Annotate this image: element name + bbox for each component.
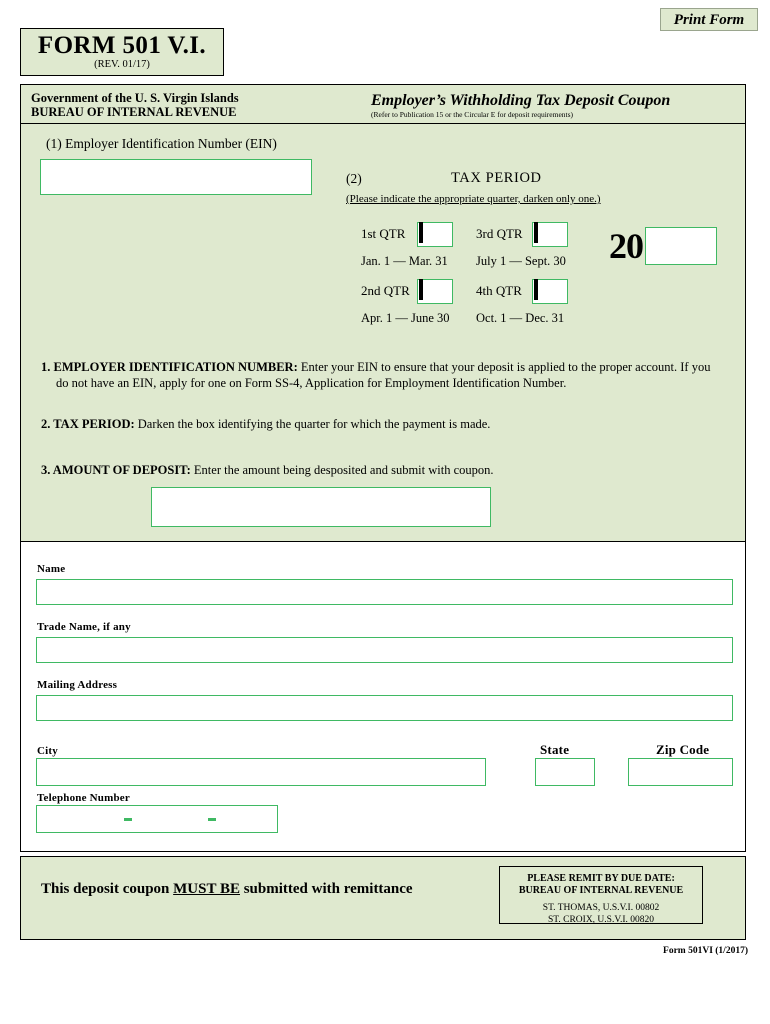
name-input[interactable] xyxy=(36,579,733,605)
remit-line-3: ST. THOMAS, U.S.V.I. 00802 xyxy=(542,903,660,913)
instruction-item-2: 2. TAX PERIOD: Darken the box identifyin… xyxy=(21,416,512,432)
mailing-address-input[interactable] xyxy=(36,695,733,721)
quarter-label-q4: 4th QTR xyxy=(476,283,522,298)
name-and-address-block: Name Trade Name, if any Mailing Address … xyxy=(20,541,746,852)
footer-block: This deposit coupon MUST BE submitted wi… xyxy=(20,856,746,940)
quarter-grid: 1st QTR Jan. 1 — Mar. 31 3rd QTR July 1 … xyxy=(361,219,591,333)
telephone-number-label: Telephone Number xyxy=(37,792,130,804)
tax-period-title: TAX PERIOD xyxy=(451,170,542,186)
quarter-checkbox-q1[interactable] xyxy=(417,221,453,247)
coupon-title: Employer’s Withholding Tax Deposit Coupo… xyxy=(371,92,671,109)
quarter-cell-q4: 4th QTR Oct. 1 — Dec. 31 xyxy=(476,276,591,333)
quarter-checkbox-q4[interactable] xyxy=(532,278,568,304)
quarter-checkbox-inner-q1 xyxy=(419,221,423,243)
zip-code-input[interactable] xyxy=(628,758,733,786)
coupon-subtitle: (Refer to Publication 15 or the Circular… xyxy=(371,110,574,119)
quarter-range-q1: Jan. 1 — Mar. 31 xyxy=(361,254,448,268)
trade-name-label: Trade Name, if any xyxy=(37,621,131,633)
remit-line-4: ST. CROIX, U.S.V.I. 00820 xyxy=(547,915,654,925)
instruction-3-text: Enter the amount being desposited and su… xyxy=(190,463,494,477)
year-prefix: 20 xyxy=(609,226,644,266)
remit-line-1: PLEASE REMIT BY DUE DATE: xyxy=(527,873,675,884)
deposit-coupon: Government of the U. S. Virgin Islands B… xyxy=(20,84,746,575)
remittance-message-post: submitted with remittance xyxy=(239,881,413,897)
bureau-line: BUREAU OF INTERNAL REVENUE xyxy=(31,104,237,119)
quarter-range-q4: Oct. 1 — Dec. 31 xyxy=(476,311,565,325)
government-heading: Government of the U. S. Virgin Islands B… xyxy=(31,91,361,119)
instruction-3-heading: 3. AMOUNT OF DEPOSIT: xyxy=(41,463,191,477)
instruction-2-text: Darken the box identifying the quarter f… xyxy=(134,417,491,431)
ein-input[interactable] xyxy=(40,159,312,195)
quarter-checkbox-q3[interactable] xyxy=(532,221,568,247)
government-line-1: Government of the U. S. Virgin Islands xyxy=(31,91,239,105)
quarter-label-q3: 3rd QTR xyxy=(476,226,523,241)
quarter-checkbox-inner-q4 xyxy=(534,278,538,300)
city-input[interactable] xyxy=(36,758,486,786)
quarter-range-q2: Apr. 1 — June 30 xyxy=(361,311,450,325)
trade-name-input[interactable] xyxy=(36,637,733,663)
remit-address-box: PLEASE REMIT BY DUE DATE: BUREAU OF INTE… xyxy=(499,866,703,925)
instruction-item-1: 1. EMPLOYER IDENTIFICATION NUMBER: Enter… xyxy=(21,359,745,391)
quarter-checkbox-inner-q2 xyxy=(419,278,423,300)
ein-label: (1) Employer Identification Number (EIN) xyxy=(46,136,277,151)
remit-line-2: BUREAU OF INTERNAL REVENUE xyxy=(518,885,684,896)
tax-period-note: (Please indicate the appropriate quarter… xyxy=(346,193,601,205)
remittance-message: This deposit coupon MUST BE submitted wi… xyxy=(41,881,413,898)
coupon-header: Government of the U. S. Virgin Islands B… xyxy=(21,85,745,124)
city-label: City xyxy=(37,745,58,757)
state-input[interactable] xyxy=(535,758,595,786)
amount-of-deposit-input[interactable] xyxy=(151,487,491,527)
mailing-address-label: Mailing Address xyxy=(37,679,118,691)
year-input[interactable] xyxy=(645,227,717,265)
coupon-title-group: Employer’s Withholding Tax Deposit Coupo… xyxy=(361,92,735,119)
quarter-label-q2: 2nd QTR xyxy=(361,283,410,298)
quarter-cell-q1: 1st QTR Jan. 1 — Mar. 31 xyxy=(361,219,476,276)
form-number-note: Form 501VI (1/2017) xyxy=(663,946,748,956)
print-form-button[interactable]: Print Form xyxy=(660,8,758,31)
remittance-message-emphasis: MUST BE xyxy=(173,881,240,897)
telephone-number-input[interactable] xyxy=(36,805,278,833)
remittance-message-pre: This deposit coupon xyxy=(41,881,174,897)
state-label: State xyxy=(540,742,570,757)
quarter-checkbox-q2[interactable] xyxy=(417,278,453,304)
quarter-cell-q2: 2nd QTR Apr. 1 — June 30 xyxy=(361,276,476,333)
instruction-1-heading: 1. EMPLOYER IDENTIFICATION NUMBER: xyxy=(41,360,298,374)
zip-code-label: Zip Code xyxy=(656,742,710,757)
year-group: 20 xyxy=(609,227,717,265)
instruction-2-heading: 2. TAX PERIOD: xyxy=(41,417,135,431)
form-title-box: FORM 501 V.I. (REV. 01/17) xyxy=(20,28,224,76)
form-title: FORM 501 V.I. xyxy=(37,32,207,59)
tax-period-number: (2) xyxy=(346,171,362,186)
instruction-item-3: 3. AMOUNT OF DEPOSIT: Enter the amount b… xyxy=(21,462,516,478)
coupon-body: (1) Employer Identification Number (EIN)… xyxy=(21,124,745,574)
quarter-label-q1: 1st QTR xyxy=(361,226,406,241)
quarter-range-q3: July 1 — Sept. 30 xyxy=(476,254,566,268)
name-label: Name xyxy=(37,563,66,575)
quarter-cell-q3: 3rd QTR July 1 — Sept. 30 xyxy=(476,219,591,276)
quarter-checkbox-inner-q3 xyxy=(534,221,538,243)
